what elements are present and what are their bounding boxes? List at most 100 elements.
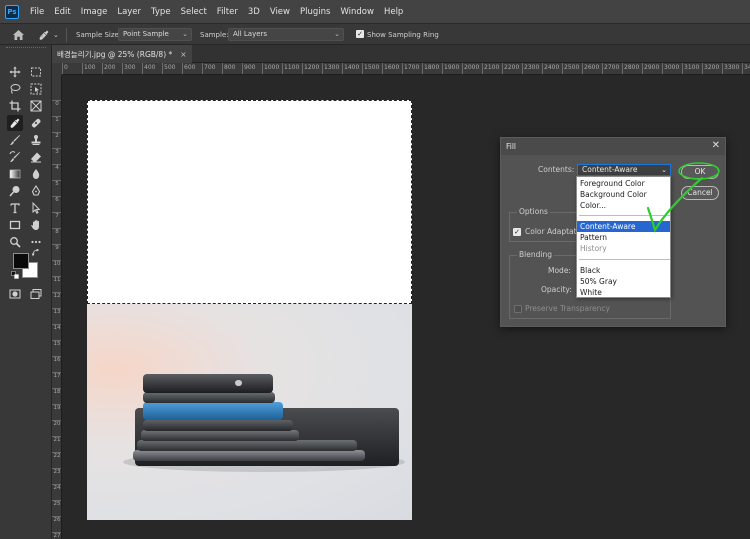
ok-button[interactable]: OK	[681, 165, 719, 179]
type-icon[interactable]	[7, 200, 23, 216]
option-pattern[interactable]: Pattern	[577, 232, 670, 243]
ruler-tick	[602, 63, 603, 74]
object-select-icon[interactable]	[28, 81, 44, 97]
ruler-tick-label: 2100	[484, 64, 500, 71]
move-icon[interactable]	[7, 64, 23, 80]
show-sampling-ring-label: Show Sampling Ring	[367, 30, 439, 39]
phones-photo	[87, 304, 412, 520]
ruler-tick	[52, 436, 61, 437]
ruler-tick	[52, 180, 61, 181]
menu-image[interactable]: Image	[76, 7, 113, 17]
ruler-tick	[52, 372, 61, 373]
color-adaptation-checkbox[interactable]: ✓	[513, 228, 521, 236]
sample-select[interactable]: All Layers ⌄	[228, 28, 344, 41]
eraser-icon[interactable]	[28, 149, 44, 165]
ruler-tick	[52, 292, 61, 293]
healing-brush-icon[interactable]	[28, 115, 44, 131]
panel-grip[interactable]	[6, 47, 46, 50]
cancel-button[interactable]: Cancel	[681, 186, 719, 200]
ruler-tick-label: 3400	[744, 64, 750, 71]
ruler-tick	[52, 100, 61, 101]
preserve-transparency-checkbox[interactable]	[514, 305, 522, 313]
logo-mark	[235, 380, 242, 386]
ruler-tick	[62, 63, 63, 74]
document-tab-title: 배경늘리기.jpg @ 25% (RGB/8) *	[57, 49, 173, 59]
option-white[interactable]: White	[577, 287, 670, 298]
ruler-tick	[52, 308, 61, 309]
more-icon[interactable]	[28, 234, 44, 250]
contents-select[interactable]: Content-Aware ⌄	[577, 164, 671, 176]
ruler-tick	[542, 63, 543, 74]
path-select-icon[interactable]	[28, 200, 44, 216]
preserve-transparency-label: Preserve Transparency	[525, 304, 610, 313]
chevron-down-icon: ⌄	[182, 30, 188, 38]
option-foreground-color[interactable]: Foreground Color	[577, 178, 670, 189]
quick-mask-icon[interactable]	[7, 286, 23, 302]
stamp-icon[interactable]	[28, 132, 44, 148]
option-black[interactable]: Black	[577, 265, 670, 276]
menu-edit[interactable]: Edit	[49, 7, 75, 17]
option-50-gray[interactable]: 50% Gray	[577, 276, 670, 287]
menu-type[interactable]: Type	[146, 7, 176, 17]
close-icon[interactable]: ✕	[712, 140, 720, 151]
option-background-color[interactable]: Background Color	[577, 189, 670, 200]
menu-plugins[interactable]: Plugins	[295, 7, 335, 17]
document-canvas[interactable]	[87, 100, 412, 520]
lasso-icon[interactable]	[7, 81, 23, 97]
menu-layer[interactable]: Layer	[112, 7, 146, 17]
ruler-tick	[82, 63, 83, 74]
ruler-tick-label: 3100	[684, 64, 700, 71]
vertical-ruler[interactable]: 0 1 2 3 4 5 6 7 8 9 10 11 12 13 14 15 16 17 18 19 20 21 22 23 24…	[52, 75, 62, 539]
blur-icon[interactable]	[28, 166, 44, 182]
menu-file[interactable]: File	[25, 7, 49, 17]
option-content-aware[interactable]: Content-Aware	[577, 221, 670, 232]
ruler-tick-label: 5	[55, 181, 59, 187]
ruler-tick	[442, 63, 443, 74]
menu-help[interactable]: Help	[379, 7, 408, 17]
phone-layer	[143, 420, 293, 431]
menu-view[interactable]: View	[265, 7, 295, 17]
ruler-tick-label: 13	[53, 309, 61, 315]
rectangle-icon[interactable]	[7, 217, 23, 233]
horizontal-ruler[interactable]: 0 100 200 300 400 500 600 700 800 900 1000 1100 1200…	[62, 63, 750, 75]
menu-filter[interactable]: Filter	[212, 7, 243, 17]
contents-label: Contents:	[538, 165, 575, 174]
screen-mode-icon[interactable]	[28, 286, 44, 302]
sample-size-select[interactable]: Point Sample ⌄	[118, 28, 192, 41]
foreground-color-swatch[interactable]	[13, 253, 29, 269]
ruler-tick	[222, 63, 223, 74]
history-brush-icon[interactable]	[7, 149, 23, 165]
frame-icon[interactable]	[28, 98, 44, 114]
ruler-origin[interactable]	[52, 63, 62, 75]
ruler-tick	[522, 63, 523, 74]
eyedropper-icon[interactable]	[7, 115, 23, 131]
ruler-tick	[52, 388, 61, 389]
document-tab[interactable]: 배경늘리기.jpg @ 25% (RGB/8) * ×	[52, 45, 192, 63]
close-tab-icon[interactable]: ×	[180, 50, 186, 59]
option-color[interactable]: Color...	[577, 200, 670, 211]
default-colors-icon[interactable]	[11, 271, 19, 279]
ruler-tick-label: 10	[53, 261, 61, 267]
brush-icon[interactable]	[7, 132, 23, 148]
zoom-icon[interactable]	[7, 234, 23, 250]
crop-icon[interactable]	[7, 98, 23, 114]
ruler-tick	[142, 63, 143, 74]
menu-window[interactable]: Window	[335, 7, 379, 17]
sample-size-value: Point Sample	[123, 30, 169, 38]
mode-label: Mode:	[548, 266, 571, 275]
show-sampling-ring-checkbox[interactable]: ✓	[356, 30, 364, 38]
swap-colors-icon[interactable]	[31, 248, 40, 257]
hand-icon[interactable]	[28, 217, 44, 233]
home-icon[interactable]	[12, 28, 25, 41]
ruler-tick	[302, 63, 303, 74]
dodge-icon[interactable]	[7, 183, 23, 199]
ruler-tick	[722, 63, 723, 74]
pen-icon[interactable]	[28, 183, 44, 199]
menu-select[interactable]: Select	[176, 7, 212, 17]
ruler-tick-label: 200	[104, 64, 116, 71]
marquee-icon[interactable]	[28, 64, 44, 80]
menu-3d[interactable]: 3D	[243, 7, 265, 17]
collapse-icon[interactable]: «	[40, 33, 44, 40]
phone-layer	[133, 450, 365, 461]
gradient-icon[interactable]	[7, 166, 23, 182]
